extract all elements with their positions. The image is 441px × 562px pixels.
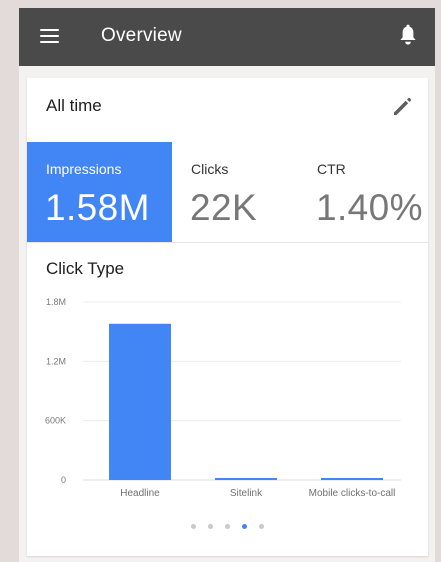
page-title: Overview [101,25,182,46]
app-bar: Overview [19,8,435,66]
metric-value: 1.58M [45,187,150,228]
metric-value: 1.40% [316,187,423,228]
page-dot[interactable] [208,524,213,529]
metric-clicks[interactable]: Clicks 22K [172,142,298,242]
click-type-chart-section: Click Type 0 600K 1.2M 1.8M Headline Sitelink… [27,244,428,556]
overview-card: All time Impressions 1.58M Clicks 22K CT… [27,78,428,556]
click-type-bar-chart: 0 600K 1.2M 1.8M Headline Sitelink Mobile clic… [45,297,401,499]
y-axis-tick-label: 600K [45,416,66,426]
bar-mobile-clicks-to-call [321,478,383,480]
menu-icon[interactable] [40,29,59,44]
page-dot[interactable] [259,524,264,529]
page-dot[interactable] [191,524,196,529]
bar-headline [109,323,171,480]
metric-label: CTR [317,161,346,177]
date-range-label: All time [46,96,102,115]
page-dot[interactable] [225,524,230,529]
metric-value: 22K [190,187,258,228]
x-axis-category-label: Mobile clicks-to-call [309,488,396,499]
pencil-icon[interactable] [390,96,413,119]
bar-sitelink [215,478,277,480]
metric-ctr[interactable]: CTR 1.40% [298,142,428,242]
bell-icon[interactable] [397,23,419,49]
page-indicator [27,524,428,534]
x-axis-category-label: Sitelink [230,488,263,499]
date-range-row[interactable]: All time [27,78,428,141]
y-axis-tick-label: 1.8M [46,297,66,307]
metric-selector: Impressions 1.58M Clicks 22K CTR 1.40% [27,142,428,243]
y-axis-tick-label: 0 [61,475,66,485]
metric-label: Clicks [191,161,229,177]
app-screen: Overview All time Impressions 1.58M Clic… [19,8,435,562]
page-dot[interactable] [242,524,247,529]
y-axis-tick-label: 1.2M [46,356,66,366]
metric-label: Impressions [46,161,122,177]
x-axis-category-label: Headline [120,488,160,499]
metric-impressions[interactable]: Impressions 1.58M [27,142,172,242]
